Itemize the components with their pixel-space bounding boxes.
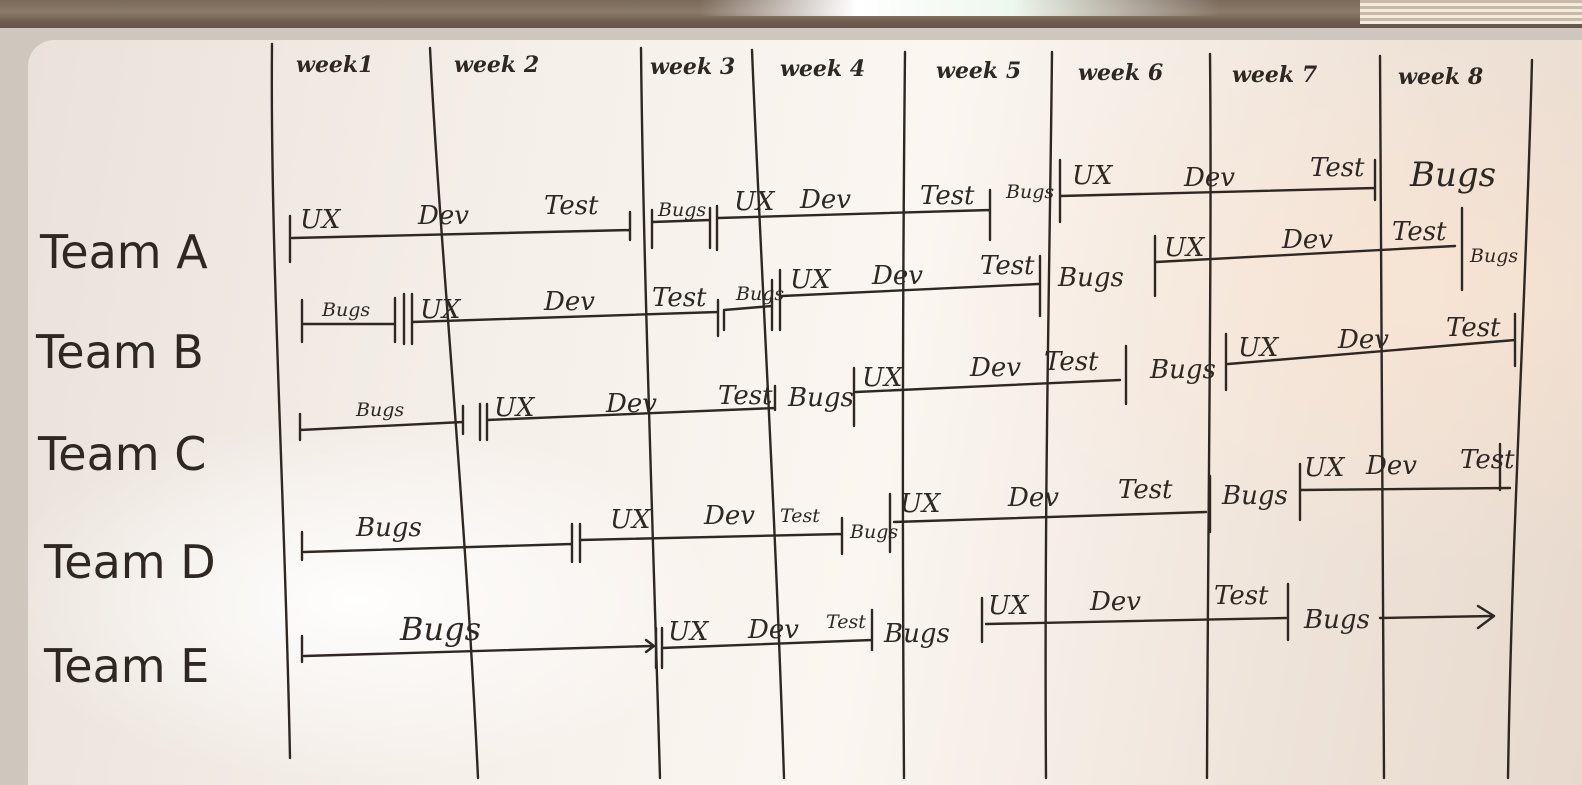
- schedule-drawing: week1 week 2 week 3 week 4 week 5 week 6…: [35, 42, 1534, 780]
- task-label: Test: [718, 381, 773, 411]
- task-label: Dev: [747, 615, 799, 645]
- task-label: UX: [610, 505, 652, 535]
- task-label: Bugs: [1057, 263, 1124, 293]
- task-label: Dev: [417, 201, 469, 231]
- task-label: UX: [1304, 453, 1346, 483]
- task-label: Bugs: [355, 513, 422, 543]
- task-label: UX: [1238, 333, 1280, 363]
- continues-arrow: [1378, 604, 1496, 630]
- team-e-schedule: Bugs UX Dev Test Bugs UX Dev Test Bugs: [300, 581, 1496, 670]
- task-label: Test: [780, 505, 820, 527]
- task-label: Bugs: [1005, 181, 1054, 203]
- week-header: week 7: [1232, 62, 1318, 88]
- task-label: Bugs: [657, 199, 706, 221]
- task-label: Test: [826, 611, 866, 633]
- task-label: Test: [1392, 217, 1447, 247]
- task-label: Dev: [605, 389, 657, 419]
- week-header: week 3: [650, 54, 735, 80]
- task-label: UX: [900, 489, 942, 519]
- task-label: Test: [544, 191, 599, 221]
- task-label: UX: [300, 205, 342, 235]
- team-b-schedule: Bugs UX Dev Test Bugs UX Dev Test Bugs: [300, 251, 1124, 346]
- task-label: Test: [1118, 475, 1173, 505]
- team-label: Team D: [43, 535, 216, 589]
- task-label: Dev: [543, 287, 595, 317]
- task-label: Bugs: [787, 383, 854, 413]
- week-header: week 4: [780, 56, 865, 82]
- task-label: Bugs: [399, 610, 481, 648]
- team-label: Team E: [43, 639, 209, 693]
- week-header: week 6: [1078, 60, 1163, 86]
- team-b-continuation: UX Dev Test: [1224, 312, 1517, 392]
- task-label: Bugs: [1469, 245, 1518, 267]
- task-label: Test: [1044, 347, 1099, 377]
- week-header: week 5: [936, 58, 1021, 84]
- task-label: Dev: [799, 185, 851, 215]
- task-label: Test: [652, 283, 707, 313]
- team-d-schedule: Bugs UX Dev Test Bugs UX Dev Test Bugs: [300, 474, 1288, 564]
- task-label: UX: [668, 617, 710, 647]
- team-label: Team C: [37, 427, 206, 481]
- task-label: Dev: [1337, 325, 1389, 355]
- task-label: Test: [980, 251, 1035, 281]
- team-label: Team A: [39, 225, 208, 279]
- task-label: Test: [920, 181, 975, 211]
- task-label: Dev: [969, 353, 1021, 383]
- task-label: Bugs: [735, 283, 784, 305]
- task-label: UX: [1164, 233, 1206, 263]
- task-label: Dev: [871, 261, 923, 291]
- task-label: Test: [1446, 313, 1501, 343]
- task-label: Dev: [1365, 451, 1417, 481]
- task-label: Test: [1310, 153, 1365, 183]
- task-label: UX: [988, 591, 1030, 621]
- task-label: Dev: [703, 501, 755, 531]
- task-label: UX: [1072, 161, 1114, 191]
- task-label: UX: [420, 295, 462, 325]
- task-label: UX: [790, 265, 832, 295]
- task-label: Dev: [1183, 163, 1235, 193]
- task-label: Dev: [1007, 483, 1059, 513]
- task-label: Test: [1214, 581, 1269, 611]
- task-label: UX: [734, 187, 776, 217]
- team-label: Team B: [35, 325, 204, 379]
- task-label: Bugs: [1221, 481, 1288, 511]
- team-c-continuation: UX Dev Test: [1298, 442, 1515, 522]
- whiteboard-photo: week1 week 2 week 3 week 4 week 5 week 6…: [0, 0, 1582, 785]
- week-header: week 2: [454, 52, 539, 78]
- week-header: week 8: [1398, 64, 1483, 90]
- task-label: Bugs: [1149, 355, 1216, 385]
- team-c-schedule: Bugs UX Dev Test Bugs UX Dev Test Bugs: [298, 344, 1216, 442]
- task-label: Bugs: [321, 299, 370, 321]
- task-label: Bugs: [883, 619, 950, 649]
- task-label: Dev: [1089, 587, 1141, 617]
- week-headers: week1 week 2 week 3 week 4 week 5 week 6…: [296, 52, 1483, 90]
- task-label: Dev: [1281, 225, 1333, 255]
- task-label: UX: [494, 393, 536, 423]
- team-labels: Team A Team B Team C Team D Team E: [35, 225, 216, 693]
- task-label: Bugs: [1303, 605, 1370, 635]
- task-label: Test: [1460, 445, 1515, 475]
- task-label: Bugs: [1409, 155, 1496, 195]
- week-header: week1: [296, 52, 373, 78]
- task-label: Bugs: [355, 399, 404, 421]
- task-label: UX: [862, 363, 904, 393]
